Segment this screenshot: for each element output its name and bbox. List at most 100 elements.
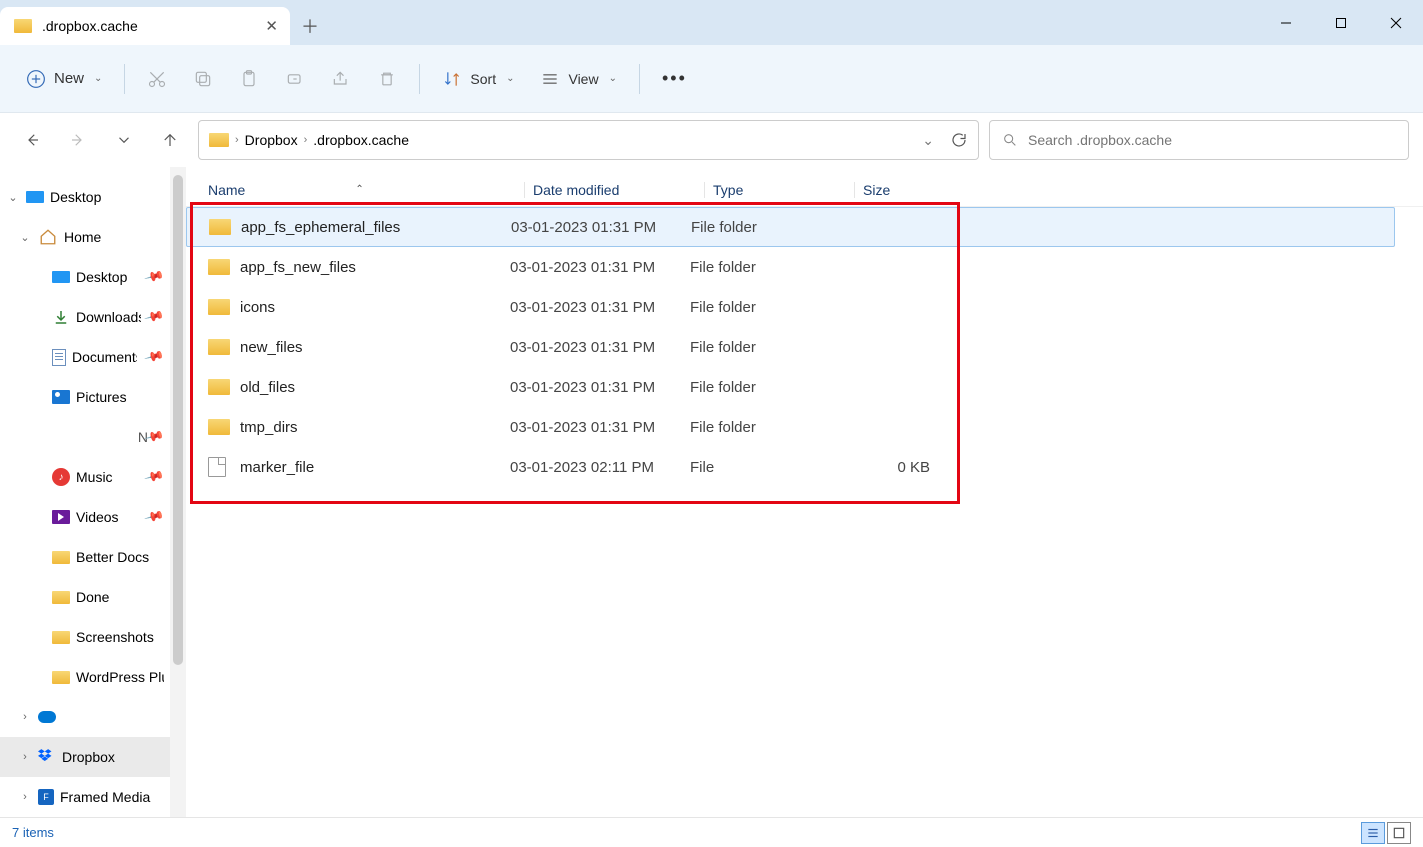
column-type[interactable]: Type [704,182,854,198]
rename-button[interactable] [275,59,315,99]
toolbar: New ⌄ Sort ⌄ View ⌄ ••• [0,45,1423,113]
file-name: app_fs_ephemeral_files [241,219,400,236]
chevron-down-icon[interactable]: ⌄ [18,231,32,244]
forward-button[interactable] [60,122,96,158]
sidebar-item-dropbox[interactable]: ›Dropbox [0,737,170,777]
copy-button[interactable] [183,59,223,99]
new-tab-button[interactable]: ＋ [290,7,330,45]
file-row[interactable]: old_files03-01-2023 01:31 PMFile folder [186,367,1423,407]
details-view-button[interactable] [1361,822,1385,844]
pin-icon[interactable]: 📌 [143,266,165,288]
sort-button[interactable]: Sort ⌄ [432,59,524,99]
file-type: File folder [691,219,841,236]
sidebar-item-onedrive[interactable]: › [0,697,170,737]
search-box[interactable] [989,120,1409,160]
pin-icon[interactable]: 📌 [143,466,165,488]
sidebar-label: Home [64,229,101,245]
search-icon [1002,132,1018,148]
refresh-icon[interactable] [950,131,968,149]
back-button[interactable] [14,122,50,158]
sort-indicator-icon: ⌃ [355,184,363,195]
column-date[interactable]: Date modified [524,182,704,198]
file-row[interactable]: app_fs_ephemeral_files03-01-2023 01:31 P… [186,207,1395,247]
breadcrumb[interactable]: › Dropbox › .dropbox.cache ⌄ [198,120,979,160]
breadcrumb-current[interactable]: .dropbox.cache [313,132,409,148]
sidebar-item-pictures[interactable]: Pictures [0,377,170,417]
file-row[interactable]: icons03-01-2023 01:31 PMFile folder [186,287,1423,327]
pin-icon[interactable]: 📌 [143,306,165,328]
folder-icon [208,379,230,395]
column-label: Date modified [533,182,619,198]
view-button[interactable]: View ⌄ [530,59,626,99]
sidebar-item-home[interactable]: ⌄ Home [0,217,170,257]
folder-icon [52,551,70,564]
file-row[interactable]: tmp_dirs03-01-2023 01:31 PMFile folder [186,407,1423,447]
file-row[interactable]: new_files03-01-2023 01:31 PMFile folder [186,327,1423,367]
sidebar-label: Done [76,589,109,605]
chevron-down-icon [115,131,133,149]
tab-close-icon[interactable]: ✕ [265,17,278,35]
paste-button[interactable] [229,59,269,99]
chevron-down-icon: ⌄ [94,73,102,84]
document-icon [52,349,66,366]
pin-icon[interactable]: 📌 [143,506,165,528]
dropbox-icon [38,748,56,766]
chevron-right-icon: › [304,134,308,146]
delete-button[interactable] [367,59,407,99]
chevron-down-icon[interactable]: ⌄ [922,132,934,149]
new-label: New [54,70,84,87]
share-button[interactable] [321,59,361,99]
more-button[interactable]: ••• [652,59,697,99]
pin-icon[interactable]: 📌 [143,346,165,368]
sidebar-item-done[interactable]: Done [0,577,170,617]
sidebar-item-videos[interactable]: Videos📌 [0,497,170,537]
sidebar-item-documents[interactable]: Documents📌 [0,337,170,377]
window-tab[interactable]: .dropbox.cache ✕ [0,7,290,45]
maximize-button[interactable] [1313,0,1368,45]
sidebar-item-desktop[interactable]: Desktop📌 [0,257,170,297]
chevron-right-icon[interactable]: › [18,711,32,723]
cut-button[interactable] [137,59,177,99]
column-name[interactable]: Name⌃ [208,182,524,198]
sidebar-item-wordpress[interactable]: WordPress Plugins [0,657,170,697]
sidebar-label: WordPress Plugins [76,669,164,685]
sidebar-item-unknown[interactable]: N📌 [0,417,170,457]
scrollbar-thumb[interactable] [173,175,183,665]
desktop-icon [52,271,70,283]
sidebar-label: Downloads [76,309,141,325]
framed-icon: F [38,789,54,805]
search-input[interactable] [1028,132,1396,148]
trash-icon [377,69,397,89]
file-list: app_fs_ephemeral_files 03-01-2023 01:31 P… [186,207,1423,487]
sidebar-item-betterdocs[interactable]: Better Docs [0,537,170,577]
file-type: File folder [690,339,840,356]
sidebar-item-framed[interactable]: ›FFramed Media [0,777,170,817]
sidebar-item-downloads[interactable]: Downloads📌 [0,297,170,337]
column-size[interactable]: Size [854,182,949,198]
sidebar-label: Better Docs [76,549,149,565]
chevron-right-icon[interactable]: › [18,791,32,803]
file-name: marker_file [240,459,314,476]
chevron-down-icon[interactable]: ⌄ [6,191,20,204]
icons-view-button[interactable] [1387,822,1411,844]
title-bar: .dropbox.cache ✕ ＋ [0,0,1423,45]
breadcrumb-root[interactable]: Dropbox [245,132,298,148]
file-row[interactable]: app_fs_new_files03-01-2023 01:31 PMFile … [186,247,1423,287]
chevron-right-icon[interactable]: › [18,751,32,763]
new-button[interactable]: New ⌄ [16,59,112,99]
file-row[interactable]: marker_file03-01-2023 02:11 PMFile0 KB [186,447,1423,487]
sidebar-scrollbar[interactable] [170,167,186,817]
folder-icon [52,671,70,684]
sidebar-item-desktop-root[interactable]: ⌄Desktop [0,177,170,217]
close-button[interactable] [1368,0,1423,45]
up-button[interactable] [152,122,188,158]
sidebar-item-screenshots[interactable]: Screenshots [0,617,170,657]
minimize-button[interactable] [1258,0,1313,45]
arrow-left-icon [23,131,41,149]
file-date: 03-01-2023 01:31 PM [510,299,690,316]
sidebar-item-music[interactable]: ♪Music📌 [0,457,170,497]
sort-label: Sort [470,71,496,87]
file-type: File folder [690,259,840,276]
history-button[interactable] [106,122,142,158]
ellipsis-icon: ••• [662,68,687,89]
